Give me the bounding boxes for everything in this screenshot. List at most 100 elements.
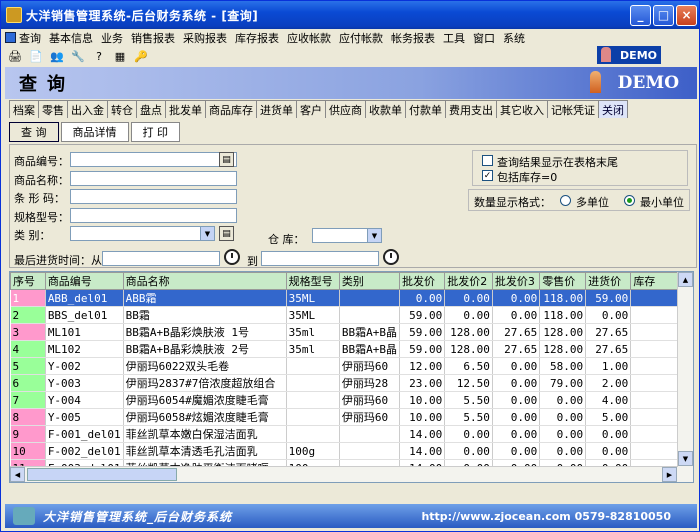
column-header[interactable]: 批发价2 <box>444 272 493 290</box>
product-detail-button[interactable]: 商品详情 <box>60 122 129 142</box>
title-bar[interactable]: 大洋销售管理系统-后台财务系统 - [查询] _ □ × <box>1 1 699 29</box>
menu-label: 应付帐款 <box>339 31 383 45</box>
tab-9[interactable]: 供应商 <box>325 100 366 118</box>
column-header[interactable]: 批发价 <box>399 272 446 290</box>
menu-item[interactable]: 窗口 <box>469 30 499 46</box>
table-row[interactable]: 2 BBS_del01 BB霜 35ML 59.00 0.00 0.00 118.00 0.00 <box>10 306 693 324</box>
table-cell <box>339 306 401 324</box>
table-row[interactable]: 9 F-001_del01 菲丝凯草本嫩白保湿洁面乳 14.00 0.00 0.00 0.0… <box>10 425 693 443</box>
help-icon[interactable]: ? <box>91 49 107 64</box>
tab-5[interactable]: 批发单 <box>165 100 206 118</box>
key-icon[interactable]: 🔑 <box>133 49 149 64</box>
column-header[interactable]: 序号 <box>10 272 46 290</box>
vertical-scrollbar[interactable]: ▲ ▼ <box>677 272 693 482</box>
users-icon[interactable]: 👥 <box>49 49 65 64</box>
table-cell: F-002_del01 <box>45 442 124 460</box>
code-label: 商品编号： <box>14 155 69 168</box>
warehouse-select[interactable]: ▼ <box>312 228 382 243</box>
barcode-input[interactable] <box>70 189 237 204</box>
app-icon <box>6 7 22 23</box>
column-header[interactable]: 商品名称 <box>122 272 287 290</box>
tab-14[interactable]: 记帐凭证 <box>547 100 599 118</box>
menu-item[interactable]: 应付帐款 <box>335 30 387 46</box>
date-from-input[interactable] <box>102 251 220 266</box>
menu-item[interactable]: 业务 <box>97 30 127 46</box>
scroll-down-icon[interactable]: ▼ <box>678 451 693 466</box>
tools-icon[interactable]: 🔧 <box>70 49 86 64</box>
menu-item[interactable]: 帐务报表 <box>387 30 439 46</box>
menu-item[interactable]: 应收帐款 <box>283 30 335 46</box>
tab-6[interactable]: 商品库存 <box>205 100 257 118</box>
table-row[interactable]: 6 Y-003 伊丽玛2837#7倍浓度超放组合 伊丽玛28 23.00 12.50 0.0… <box>10 374 693 392</box>
column-header[interactable]: 类别 <box>338 272 401 290</box>
minimize-button[interactable]: _ <box>630 4 651 26</box>
results-grid[interactable]: 序号 商品编号 商品名称 规格型号 类别 批发价 批发价2 批发价3 零售价 进货价 库存 1 ABB… <box>9 271 694 483</box>
menu-item[interactable]: 工具 <box>439 30 469 46</box>
product-code-input[interactable] <box>70 152 237 167</box>
menu-item[interactable]: 库存报表 <box>231 30 283 46</box>
tab-3[interactable]: 转仓 <box>107 100 137 118</box>
scroll-up-icon[interactable]: ▲ <box>678 272 693 287</box>
tab-11[interactable]: 付款单 <box>405 100 446 118</box>
column-header[interactable]: 零售价 <box>539 272 587 290</box>
chevron-down-icon[interactable]: ▼ <box>367 229 381 242</box>
close-button[interactable]: × <box>676 4 697 26</box>
tab-12[interactable]: 费用支出 <box>445 100 497 118</box>
barcode-label: 条 形 码： <box>14 192 65 205</box>
print-icon[interactable]: 🖨 <box>7 49 23 64</box>
show-at-end-checkbox[interactable] <box>482 155 493 166</box>
table-cell: 35ml <box>286 323 340 341</box>
menu-label: 帐务报表 <box>391 31 435 45</box>
tab-7[interactable]: 进货单 <box>256 100 297 118</box>
column-header[interactable]: 规格型号 <box>285 272 340 290</box>
scroll-thumb[interactable] <box>27 468 177 481</box>
product-name-input[interactable] <box>70 171 237 186</box>
tab-2[interactable]: 出入金 <box>67 100 108 118</box>
min-unit-radio[interactable] <box>624 195 635 206</box>
min-unit-label: 最小单位 <box>640 196 684 209</box>
date-to-input[interactable] <box>261 251 379 266</box>
column-header[interactable]: 批发价3 <box>491 272 541 290</box>
tab-1[interactable]: 零售 <box>38 100 68 118</box>
clock-icon[interactable] <box>383 249 399 265</box>
table-row[interactable]: 4 ML102 BB霜A+B晶彩焕肤液 2号 35ml BB霜A+B晶 59.00 128.… <box>10 340 693 358</box>
pick-list-icon[interactable]: ▤ <box>219 152 234 167</box>
include-zero-stock-checkbox[interactable]: ✓ <box>482 170 493 181</box>
tab-10[interactable]: 收款单 <box>365 100 406 118</box>
maximize-button[interactable]: □ <box>653 4 674 26</box>
multi-unit-radio[interactable] <box>560 195 571 206</box>
print-button[interactable]: 打 印 <box>130 122 180 142</box>
scroll-right-icon[interactable]: ▶ <box>662 467 677 482</box>
pick-list-icon[interactable]: ▤ <box>219 226 234 241</box>
table-icon[interactable]: ▦ <box>112 49 128 64</box>
document-icon[interactable]: 📄 <box>28 49 44 64</box>
table-row[interactable]: 8 Y-005 伊丽玛6058#炫媚浓度睫毛膏 伊丽玛60 10.00 5.50 0.00 0… <box>10 408 693 426</box>
clock-icon[interactable] <box>224 249 240 265</box>
tab-15[interactable]: 关闭 <box>598 100 628 118</box>
tab-4[interactable]: 盘点 <box>136 100 166 118</box>
demo-badge: DEMO <box>617 73 679 93</box>
scroll-left-icon[interactable]: ◀ <box>10 467 25 482</box>
category-select[interactable]: ▼ <box>70 226 215 241</box>
table-row[interactable]: 10 F-002_del01 菲丝凯草本清透毛孔洁面乳 100g 14.00 0.00 0.… <box>10 442 693 460</box>
menu-label: 采购报表 <box>183 31 227 45</box>
table-cell: Y-004 <box>45 391 124 409</box>
menu-item[interactable]: 销售报表 <box>127 30 179 46</box>
tab-13[interactable]: 其它收入 <box>496 100 548 118</box>
spec-input[interactable] <box>70 208 237 223</box>
menu-item[interactable]: 系统 <box>499 30 529 46</box>
horizontal-scrollbar[interactable]: ◀ ▶ <box>10 466 678 482</box>
table-row[interactable]: 1 ABB_del01 ABB霜 35ML 0.00 0.00 0.00 118.00 59.0… <box>10 289 693 307</box>
tab-0[interactable]: 档案 <box>9 100 39 118</box>
menu-item[interactable]: 采购报表 <box>179 30 231 46</box>
chevron-down-icon[interactable]: ▼ <box>200 227 214 240</box>
query-button[interactable]: 查 询 <box>9 122 59 142</box>
table-row[interactable]: 7 Y-004 伊丽玛6054#魔媚浓度睫毛膏 伊丽玛60 10.00 5.50 0.00 0… <box>10 391 693 409</box>
tab-8[interactable]: 客户 <box>296 100 326 118</box>
table-row[interactable]: 3 ML101 BB霜A+B晶彩焕肤液 1号 35ml BB霜A+B晶 59.00 128.… <box>10 323 693 341</box>
table-row[interactable]: 5 Y-002 伊丽玛6022双头毛卷 伊丽玛60 12.00 6.50 0.00 58.00… <box>10 357 693 375</box>
column-header[interactable]: 商品编号 <box>44 272 124 290</box>
menu-item[interactable]: 查询 <box>1 30 45 46</box>
column-header[interactable]: 进货价 <box>585 272 632 290</box>
menu-item[interactable]: 基本信息 <box>45 30 97 46</box>
